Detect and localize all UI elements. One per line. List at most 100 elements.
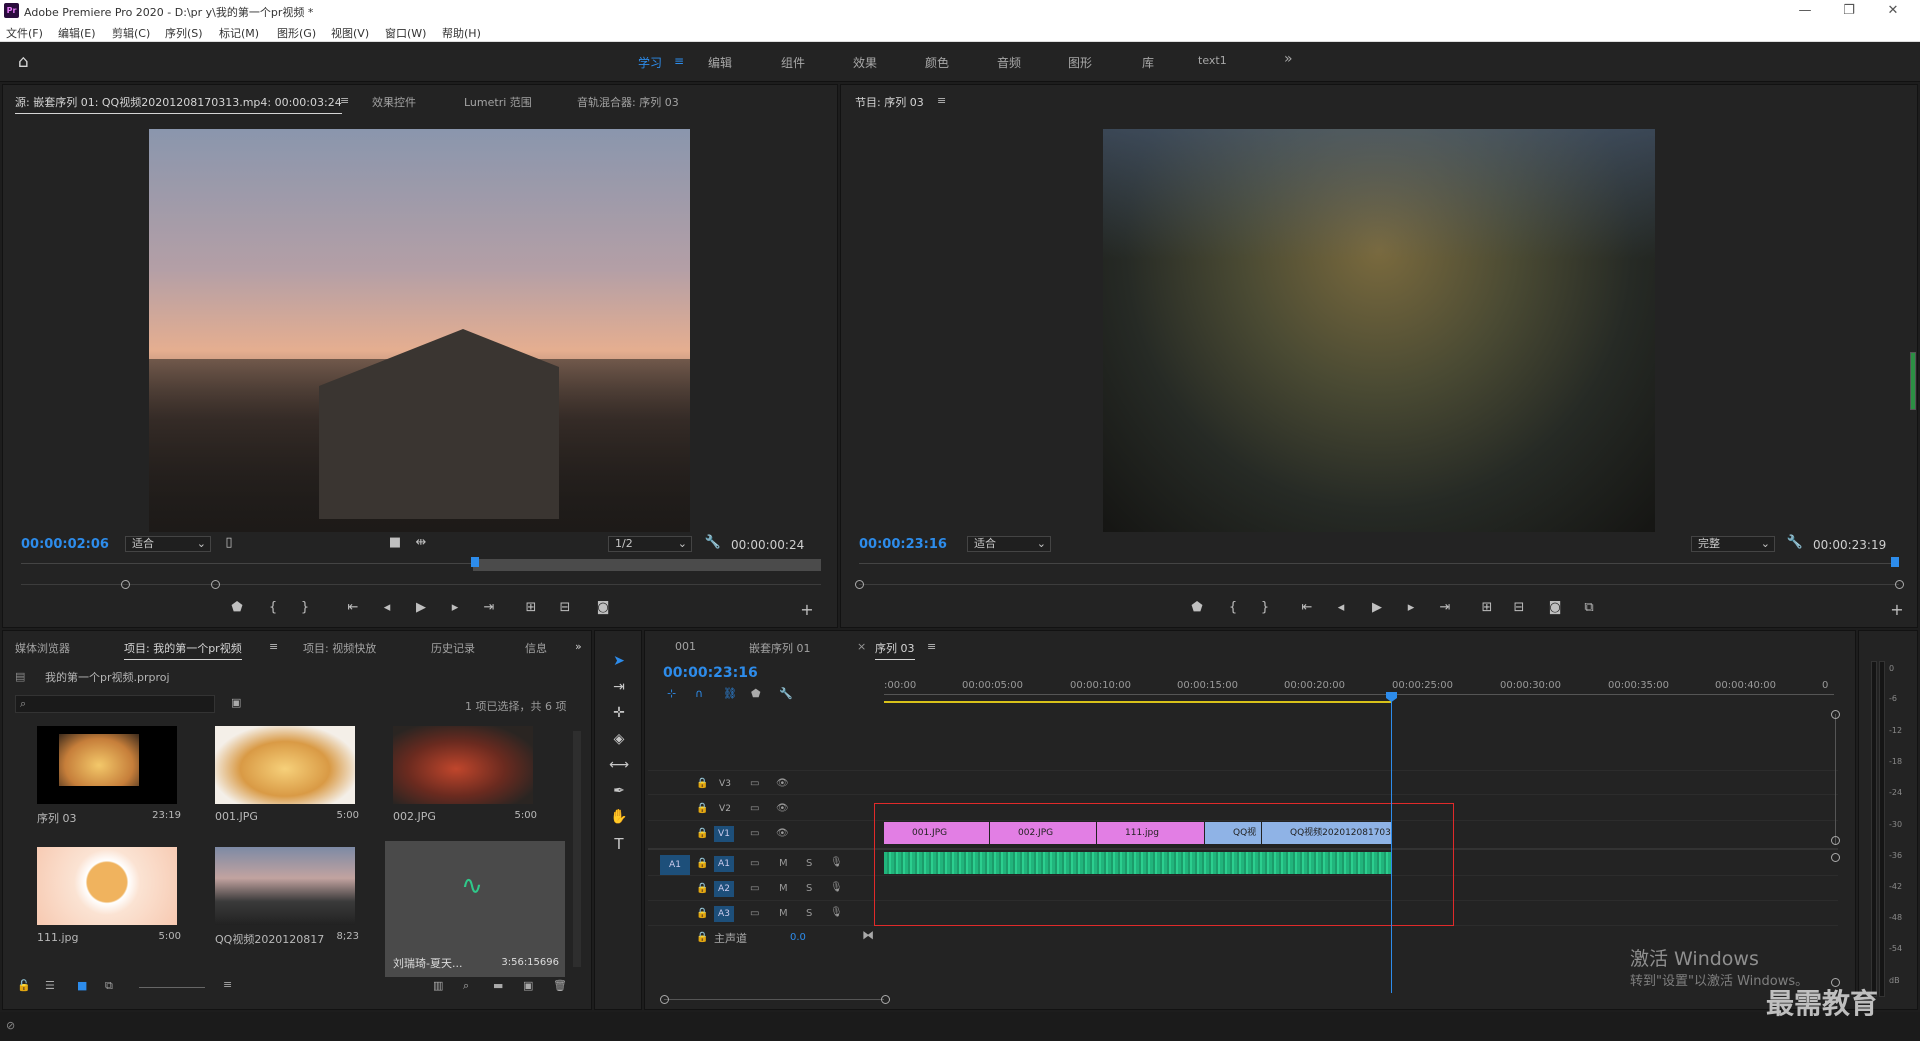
eye-icon[interactable]: 👁	[776, 828, 789, 839]
close-button[interactable]: ✕	[1873, 0, 1913, 22]
tab-source[interactable]: 源: 嵌套序列 01: QQ视频20201208170313.mp4: 00:0…	[15, 94, 342, 114]
track-v1[interactable]: V1	[714, 826, 734, 842]
tab-media-browser[interactable]: 媒体浏览器	[15, 640, 70, 656]
workspace-libraries[interactable]: 库	[1142, 54, 1154, 71]
menu-view[interactable]: 视图(V)	[331, 25, 369, 41]
tab-project-main[interactable]: 项目: 我的第一个pr视频	[124, 640, 242, 660]
comparison-view-icon[interactable]: ⧉	[1579, 600, 1599, 615]
hand-tool-icon[interactable]: ✋	[609, 809, 629, 829]
eye-icon[interactable]: 👁	[776, 803, 789, 814]
go-to-out-icon[interactable]: ⇥	[479, 600, 499, 615]
workspace-color[interactable]: 颜色	[925, 54, 949, 71]
list-item[interactable]: 111.jpg 5:00	[29, 847, 189, 947]
menu-file[interactable]: 文件(F)	[6, 25, 43, 41]
program-quality-dropdown[interactable]: 完整 ⌄	[1691, 536, 1775, 552]
workspace-menu-icon[interactable]: ≡	[674, 54, 684, 68]
workspace-graphics[interactable]: 图形	[1068, 54, 1092, 71]
film-icon[interactable]: ▭	[750, 803, 759, 814]
mark-out-icon[interactable]: }	[1255, 600, 1275, 615]
source-in-out-range[interactable]	[473, 559, 821, 571]
settings-toggle-icon[interactable]: ▯	[219, 535, 239, 550]
lock-icon[interactable]: 🔒	[696, 828, 708, 839]
program-playhead[interactable]	[1891, 557, 1899, 567]
timeline-horizontal-scrollbar[interactable]	[664, 999, 884, 1000]
lock-icon[interactable]: 🔒	[696, 803, 708, 814]
scroll-handle[interactable]	[1831, 836, 1840, 845]
zoom-handle-right[interactable]	[1895, 580, 1904, 589]
list-item[interactable]: 序列 03 23:19	[29, 726, 189, 826]
lock-icon[interactable]: 🔒	[696, 932, 708, 943]
linked-selection-icon[interactable]: ⛓	[723, 687, 737, 700]
program-zoom-bar[interactable]	[859, 584, 1899, 585]
export-frame-icon[interactable]: ◙	[593, 600, 613, 615]
zoom-handle-right[interactable]	[211, 580, 220, 589]
zoom-handle-left[interactable]	[121, 580, 130, 589]
insert-icon[interactable]: ⊞	[521, 600, 541, 615]
workspace-learn[interactable]: 学习	[638, 54, 662, 71]
workspace-assembly[interactable]: 组件	[781, 54, 805, 71]
film-icon[interactable]: ▭	[750, 908, 759, 919]
source-patch-a1[interactable]: A1	[660, 855, 690, 875]
more-workspaces-icon[interactable]: »	[1284, 51, 1293, 67]
solo-button[interactable]: S	[806, 858, 812, 869]
tab-sequence-001[interactable]: 001	[675, 640, 696, 653]
menu-clip[interactable]: 剪辑(C)	[112, 25, 150, 41]
tab-info[interactable]: 信息	[525, 640, 547, 656]
menu-edit[interactable]: 编辑(E)	[58, 25, 96, 41]
list-item[interactable]: 001.JPG 5:00	[207, 726, 367, 826]
program-zoom-dropdown[interactable]: 适合 ⌄	[967, 536, 1051, 552]
source-zoom-bar[interactable]	[21, 584, 821, 585]
master-go-to-icon[interactable]: ⧓	[862, 928, 874, 942]
track-v3[interactable]: V3	[716, 776, 734, 792]
button-editor-icon[interactable]: +	[797, 600, 817, 619]
solo-button[interactable]: S	[806, 908, 812, 919]
lock-icon[interactable]: 🔒	[696, 858, 708, 869]
tab-program[interactable]: 节目: 序列 03	[855, 94, 924, 110]
menu-graphics[interactable]: 图形(G)	[277, 25, 316, 41]
sort-icon[interactable]: ≡	[223, 978, 232, 991]
step-forward-icon[interactable]: ▸	[445, 600, 465, 615]
scroll-handle[interactable]	[1831, 853, 1840, 862]
close-tab-icon[interactable]: ×	[857, 640, 866, 653]
film-icon[interactable]: ▭	[750, 883, 759, 894]
timeline-settings-icon[interactable]: 🔧	[779, 687, 793, 700]
tab-audio-track-mixer[interactable]: 音轨混合器: 序列 03	[577, 94, 679, 110]
minimize-button[interactable]: —	[1785, 0, 1825, 22]
play-icon[interactable]: ▶	[1367, 600, 1387, 615]
project-search-input[interactable]: ⌕	[15, 695, 215, 713]
razor-tool-icon[interactable]: ◈	[609, 731, 629, 751]
add-marker-icon[interactable]: ⬟	[751, 687, 761, 700]
tab-lumetri-scopes[interactable]: Lumetri 范围	[464, 94, 532, 110]
zoom-handle-left[interactable]	[660, 995, 669, 1004]
menu-help[interactable]: 帮助(H)	[442, 25, 481, 41]
go-to-in-icon[interactable]: ⇤	[343, 600, 363, 615]
list-item-selected[interactable]: ∿ 刘瑞琦-夏天... 3:56:15696	[385, 841, 565, 977]
lock-icon[interactable]: 🔒	[696, 883, 708, 894]
extract-icon[interactable]: ⊟	[1509, 600, 1529, 615]
master-volume-value[interactable]: 0.0	[790, 932, 806, 943]
film-icon[interactable]: ▭	[750, 828, 759, 839]
step-forward-icon[interactable]: ▸	[1401, 600, 1421, 615]
panel-menu-icon[interactable]: ≡	[937, 94, 946, 107]
workspace-edit[interactable]: 编辑	[708, 54, 732, 71]
go-to-in-icon[interactable]: ⇤	[1297, 600, 1317, 615]
workspace-text1[interactable]: text1	[1198, 54, 1227, 67]
automate-to-sequence-icon[interactable]: ▥	[433, 979, 443, 992]
more-tabs-icon[interactable]: »	[575, 640, 582, 653]
source-zoom-dropdown[interactable]: 适合 ⌄	[125, 536, 211, 552]
zoom-handle-left[interactable]	[855, 580, 864, 589]
eye-icon[interactable]: 👁	[776, 778, 789, 789]
lock-icon[interactable]: 🔒	[696, 778, 708, 789]
drag-video-icon[interactable]: ⇹	[411, 535, 431, 550]
zoom-handle-right[interactable]	[881, 995, 890, 1004]
lock-icon[interactable]: 🔒	[696, 908, 708, 919]
panel-menu-icon[interactable]: ≡	[927, 640, 936, 653]
go-to-out-icon[interactable]: ⇥	[1435, 600, 1455, 615]
new-search-bin-icon[interactable]: ▣	[231, 696, 241, 709]
list-view-icon[interactable]: ☰	[45, 979, 55, 992]
new-bin-icon[interactable]: ▬	[493, 979, 503, 992]
step-back-icon[interactable]: ◂	[377, 600, 397, 615]
menu-sequence[interactable]: 序列(S)	[165, 25, 203, 41]
insert-mark-icon[interactable]: ■	[385, 535, 405, 550]
home-icon[interactable]: ⌂	[18, 52, 29, 72]
